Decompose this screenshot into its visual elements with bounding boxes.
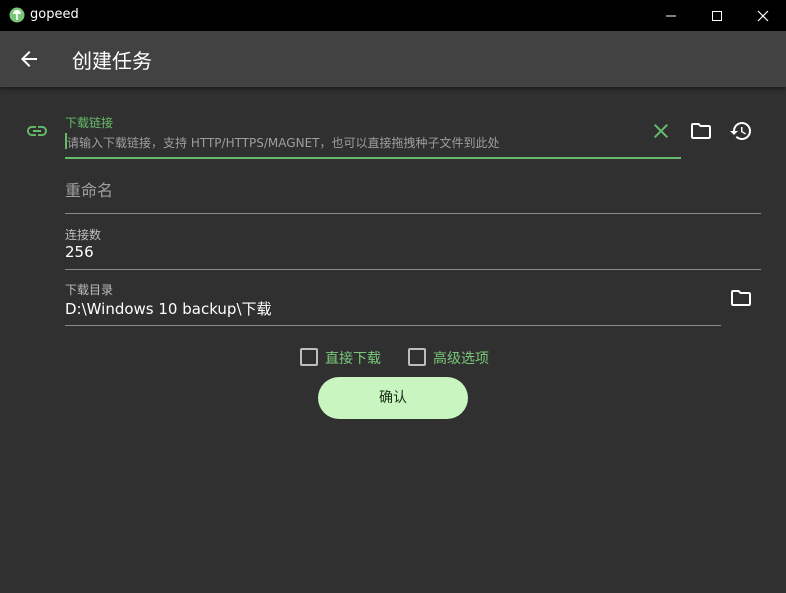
app-name: gopeed xyxy=(30,7,79,22)
folder-icon[interactable] xyxy=(689,119,713,143)
close-window-button[interactable] xyxy=(740,0,786,31)
url-input[interactable]: 请输入下载链接，支持 HTTP/HTTPS/MAGNET，也可以直接拖拽种子文件… xyxy=(67,134,499,151)
maximize-icon xyxy=(712,11,722,21)
directory-label: 下载目录 xyxy=(65,283,114,297)
directory-input[interactable]: D:\Windows 10 backup\下载 xyxy=(65,298,272,319)
advanced-options-label[interactable]: 高级选项 xyxy=(433,348,489,368)
rename-input[interactable]: 重命名 xyxy=(65,177,113,201)
directory-folder-icon[interactable] xyxy=(729,286,753,310)
confirm-button[interactable]: 确认 xyxy=(318,377,468,419)
gopeed-logo-icon xyxy=(9,7,25,23)
connections-input[interactable]: 256 xyxy=(65,243,94,261)
rename-field-underline xyxy=(65,213,761,214)
minimize-icon xyxy=(666,15,676,17)
window-title-bar: gopeed xyxy=(0,0,786,31)
page-title: 创建任务 xyxy=(72,49,152,73)
app-bar: 创建任务 xyxy=(0,31,786,87)
direct-download-checkbox[interactable] xyxy=(300,348,318,366)
back-arrow-icon[interactable] xyxy=(17,47,41,71)
maximize-button[interactable] xyxy=(694,0,740,31)
connections-field-underline xyxy=(65,269,761,270)
minimize-button[interactable] xyxy=(648,0,694,31)
direct-download-label[interactable]: 直接下载 xyxy=(325,348,381,368)
clear-icon[interactable] xyxy=(649,119,673,143)
close-icon xyxy=(757,10,769,22)
advanced-options-checkbox[interactable] xyxy=(408,348,426,366)
history-icon[interactable] xyxy=(729,119,753,143)
connections-label: 连接数 xyxy=(65,228,102,242)
url-field-underline xyxy=(65,157,681,159)
directory-field-underline xyxy=(65,325,721,326)
url-field-label: 下载链接 xyxy=(65,116,114,130)
link-icon xyxy=(27,126,47,136)
